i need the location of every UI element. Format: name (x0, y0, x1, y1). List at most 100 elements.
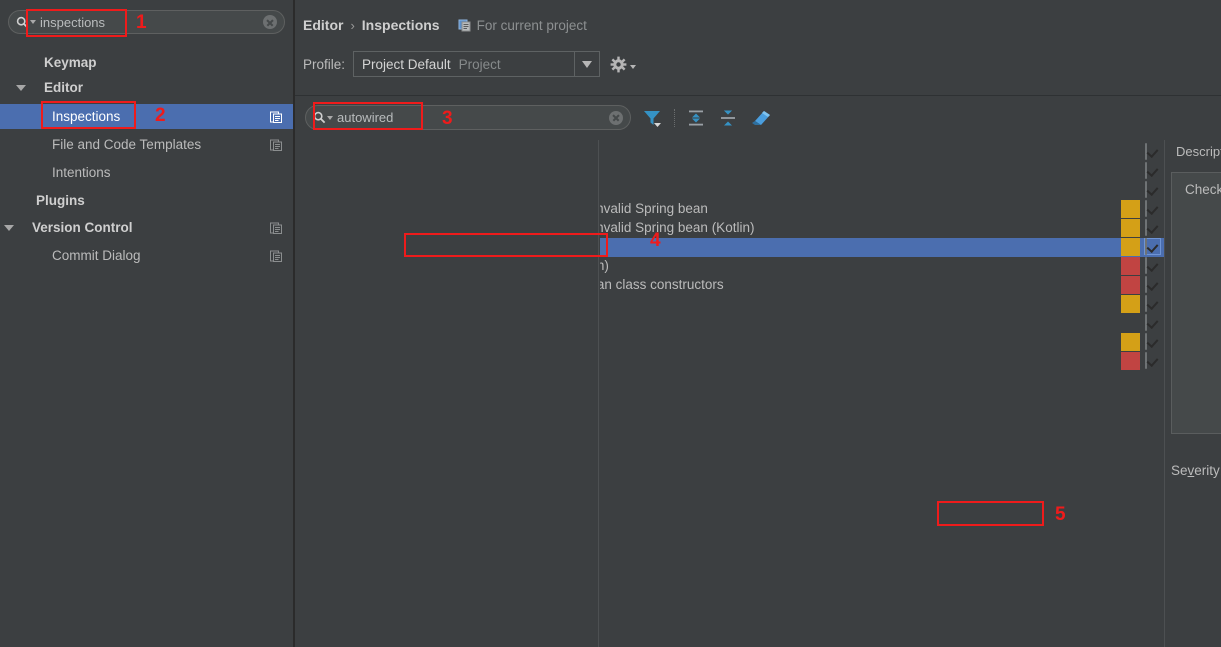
tree-inspection-label: Autowired members defined in invalid Spr… (600, 220, 754, 235)
chevron-down-icon[interactable] (16, 85, 26, 91)
inspection-enabled-checkbox[interactable] (1145, 314, 1160, 331)
severity-swatch-error[interactable] (1121, 257, 1140, 275)
sidebar-item-label: Inspections (52, 109, 121, 124)
tree-inspection-label: Autowiring for Bean Class (Kotlin) (600, 258, 609, 273)
profile-scope: Project (458, 56, 501, 72)
tree-inspection-row[interactable]: Autowired members defined in invalid Spr… (600, 200, 1165, 219)
sidebar-item-label: Version Control (32, 220, 133, 235)
breadcrumb-root[interactable]: Editor (303, 17, 343, 33)
description-text-before: Checks (1185, 182, 1221, 197)
clear-icon[interactable] (263, 15, 277, 29)
sidebar-item-inspections[interactable]: Inspections (0, 104, 293, 129)
tree-inspection-label: Autowired members defined in invalid Spr… (600, 201, 708, 216)
sidebar-item-label: Intentions (52, 165, 111, 180)
inspections-pane: Editor › Inspections For current project… (295, 0, 1221, 647)
description-box (1171, 172, 1221, 434)
severity-swatch-error[interactable] (1121, 352, 1140, 370)
copy-settings-icon[interactable] (270, 249, 283, 262)
reset-icon[interactable] (749, 107, 771, 129)
tree-left-border (598, 140, 599, 647)
collapse-all-icon[interactable] (717, 107, 739, 129)
inspection-enabled-checkbox[interactable] (1145, 162, 1160, 179)
tree-inspection-row[interactable]: Autowired members defined in invalid Spr… (600, 219, 1165, 238)
severity-swatch-column (1121, 140, 1141, 647)
sidebar-item-label: Commit Dialog (52, 248, 141, 263)
severity-swatch-warning[interactable] (1121, 200, 1140, 218)
severity-swatch-error[interactable] (1121, 276, 1140, 294)
inspection-enabled-checkbox[interactable] (1145, 352, 1160, 369)
copy-settings-icon[interactable] (270, 221, 283, 234)
label-suffix: for Bean Class (Kotlin) (600, 258, 609, 273)
sidebar-item-plugins[interactable]: Plugins (0, 188, 293, 213)
toolbar-divider (295, 95, 1221, 96)
inspection-enabled-checkbox[interactable] (1144, 238, 1161, 255)
gear-caret-icon[interactable] (630, 64, 637, 69)
tree-inspection-row[interactable]: Autowired Dependencies (600, 333, 1165, 352)
sidebar-item-label: File and Code Templates (52, 137, 202, 152)
description-text: Checks autowiring problems in a bean cla… (1185, 182, 1221, 197)
tree-group-row[interactable]: Spring (600, 143, 1165, 162)
inspection-enabled-checkbox[interactable] (1145, 219, 1160, 236)
inspection-enabled-checkbox[interactable] (1145, 143, 1160, 160)
severity-swatch-warning[interactable] (1121, 238, 1140, 256)
breadcrumb-scope-note: For current project (476, 17, 587, 33)
tree-group-row[interactable]: Code (600, 181, 1165, 200)
tree-inspection-row[interactable]: Static Members Autowiring (600, 295, 1165, 314)
inspection-enabled-checkbox[interactable] (1145, 276, 1160, 293)
severity-swatch-warning[interactable] (1121, 295, 1140, 313)
annotation-number-3: 3 (442, 108, 453, 129)
inspection-enabled-checkbox[interactable] (1145, 295, 1160, 312)
tree-group-row[interactable]: Spring Core (600, 162, 1165, 181)
tree-inspection-row[interactable]: Autowiring for Bean Class (600, 238, 1165, 257)
sidebar-item-editor[interactable]: Editor (0, 75, 293, 100)
expand-all-icon[interactable] (685, 107, 707, 129)
annotation-number-5: 5 (1055, 504, 1066, 525)
copy-settings-icon[interactable] (270, 138, 283, 151)
sidebar-item-version-control[interactable]: Version Control (0, 215, 293, 240)
breadcrumb-current: Inspections (361, 17, 440, 33)
sidebar-item-file-and-code-templates[interactable]: File and Code Templates (0, 132, 293, 157)
settings-dialog: inspections Keymap Editor Inspections File… (0, 0, 1221, 647)
inspection-tree: SpringSpring CoreCodeAutowired members d… (600, 140, 1165, 647)
settings-sidebar: inspections Keymap Editor Inspections File… (0, 0, 293, 647)
project-scope-icon (458, 18, 472, 32)
inspection-search-input[interactable]: autowired (305, 105, 631, 130)
search-history-caret-icon[interactable] (30, 20, 36, 24)
inspection-enabled-checkbox[interactable] (1145, 333, 1160, 350)
inspection-enabled-checkbox[interactable] (1145, 200, 1160, 217)
sidebar-item-label: Editor (44, 80, 83, 95)
severity-row: Severity: Warning In All Scopes (1171, 458, 1221, 482)
label-suffix: issues in a spring bean class constructo… (600, 277, 724, 292)
profile-select[interactable]: Project Default Project (353, 51, 601, 77)
tree-inspection-row[interactable]: Spring Bean Autowiring (600, 352, 1165, 371)
breadcrumb: Editor › Inspections For current project (303, 15, 587, 35)
sidebar-search-value: inspections (40, 14, 106, 30)
inspection-enabled-checkbox[interactable] (1145, 181, 1160, 198)
sidebar-item-intentions[interactable]: Intentions (0, 160, 293, 185)
severity-swatch-warning[interactable] (1121, 333, 1140, 351)
label-suffix: members defined in invalid Spring bean (600, 201, 708, 216)
severity-swatch-warning[interactable] (1121, 219, 1140, 237)
filter-icon[interactable] (641, 107, 663, 129)
inspection-enabled-checkbox[interactable] (1145, 257, 1160, 274)
clear-icon[interactable] (609, 110, 623, 125)
sidebar-item-keymap[interactable]: Keymap (0, 50, 293, 75)
profile-row: Profile: Project Default Project (303, 50, 637, 78)
sidebar-item-commit-dialog[interactable]: Commit Dialog (0, 243, 293, 268)
sidebar-item-label: Plugins (36, 193, 85, 208)
toolbar-separator (674, 108, 675, 127)
chevron-down-icon[interactable] (574, 52, 599, 76)
search-history-caret-icon[interactable] (327, 115, 333, 120)
tree-inspection-label: Autowiring issues in a spring bean class… (600, 277, 724, 292)
tree-group-row[interactable]: XML (600, 314, 1165, 333)
profile-name: Project Default (362, 56, 451, 72)
copy-settings-icon[interactable] (270, 110, 283, 123)
label-suffix: members defined in invalid Spring bean (… (600, 220, 755, 235)
gear-icon[interactable] (610, 56, 637, 73)
tree-inspection-row[interactable]: Autowiring issues in a spring bean class… (600, 276, 1165, 295)
breadcrumb-separator: › (350, 17, 355, 33)
annotation-number-4: 4 (650, 230, 661, 251)
chevron-down-icon[interactable] (4, 225, 14, 231)
annotation-number-2: 2 (155, 105, 166, 126)
tree-inspection-row[interactable]: Autowiring for Bean Class (Kotlin) (600, 257, 1165, 276)
